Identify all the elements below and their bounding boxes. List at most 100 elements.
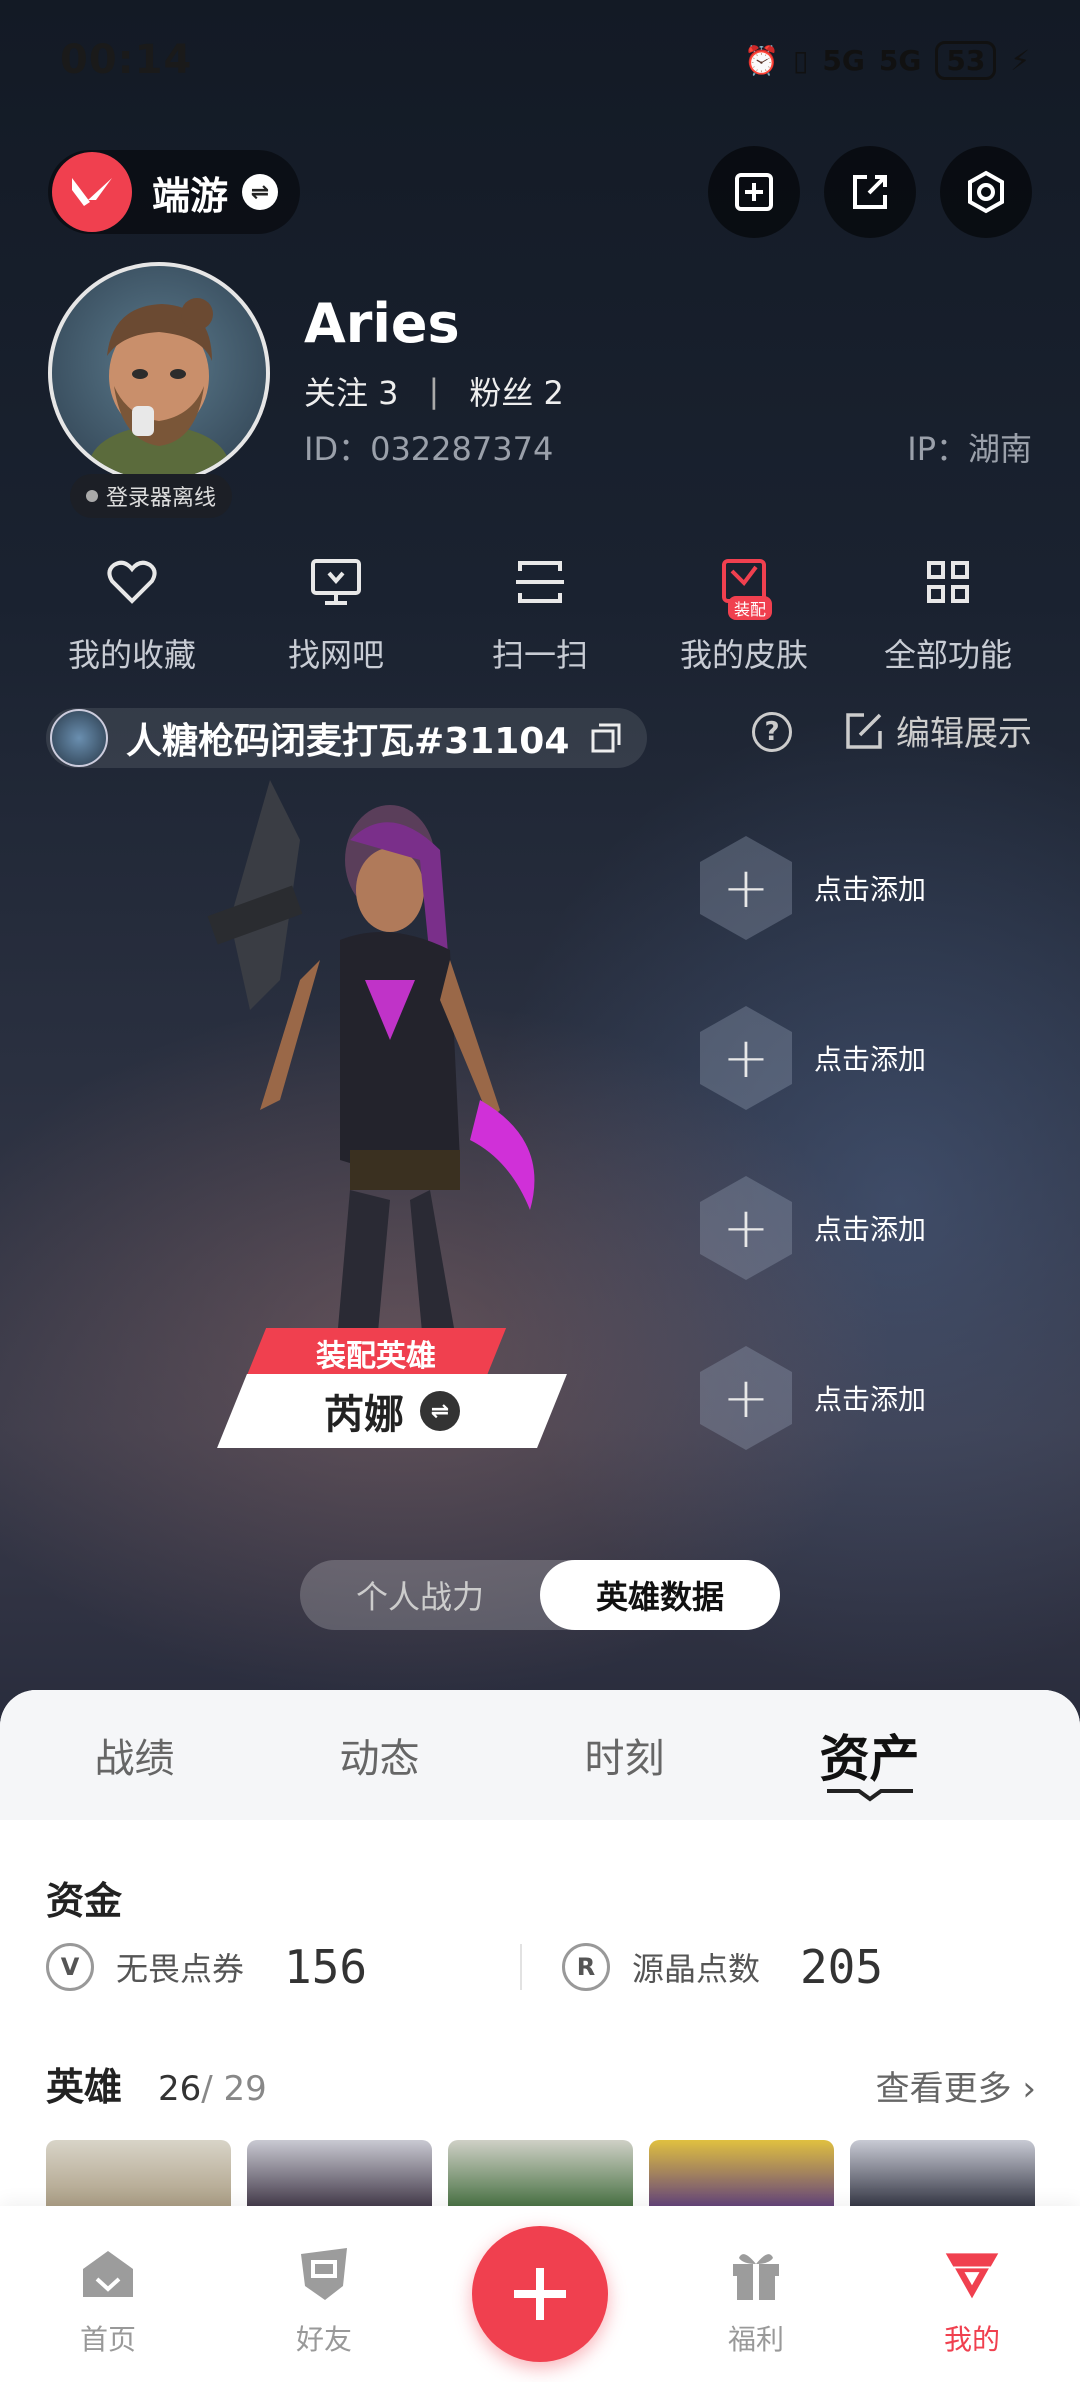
settings-icon [968, 170, 1004, 214]
create-post-button[interactable] [472, 2226, 608, 2362]
quick-nav-skins[interactable]: 装配 我的皮肤 [654, 552, 834, 676]
quick-nav-label: 扫一扫 [491, 636, 588, 674]
riot-id-chip[interactable]: 人糖枪码闭麦打瓦#31104 [46, 708, 648, 768]
signal-1-icon: 5G [822, 43, 865, 77]
quick-nav-label: 我的皮肤 [679, 636, 808, 674]
hero-thumb[interactable] [649, 2140, 834, 2212]
plus-icon: + [700, 1006, 792, 1110]
riot-id-name: 人糖枪码闭麦打瓦#31104 [126, 721, 570, 762]
friends-icon [294, 2244, 354, 2304]
currency-value: 156 [284, 1940, 368, 1994]
heroes-header: 英雄 26/ 29 查看更多 › [46, 2056, 1036, 2111]
avatar[interactable] [48, 262, 270, 484]
plus-icon [514, 2268, 566, 2320]
settings-button[interactable] [940, 146, 1032, 238]
see-more-link[interactable]: 查看更多 › [876, 2061, 1036, 2110]
currency-value: 205 [799, 1940, 884, 1994]
currency-vp[interactable]: V 无畏点券 156 [46, 1940, 520, 1994]
add-slot-label: 点击添加 [814, 1213, 927, 1246]
equipped-hero-label: 装配英雄 [245, 1328, 507, 1378]
toggle-personal-power[interactable]: 个人战力 [300, 1560, 540, 1630]
status-badge: 登录器离线 [70, 474, 233, 518]
share-icon [853, 175, 887, 209]
gift-icon [726, 2244, 786, 2304]
quick-nav-internet-cafe[interactable]: 找网吧 [246, 552, 426, 676]
quick-nav-scan[interactable]: 扫一扫 [450, 552, 630, 676]
tab-feed[interactable]: 动态 [257, 1726, 502, 1784]
charging-icon: ⚡ [1010, 43, 1030, 77]
nav-me[interactable]: 我的 [872, 2244, 1072, 2358]
quick-nav-all-features[interactable]: 全部功能 [858, 552, 1038, 676]
username: Aries [304, 292, 460, 355]
me-icon [942, 2244, 1002, 2304]
add-card-button[interactable] [708, 146, 800, 238]
add-slot-3[interactable]: + 点击添加 [700, 1176, 926, 1280]
hero-thumb[interactable] [46, 2140, 231, 2212]
tab-moments[interactable]: 时刻 [502, 1726, 747, 1784]
heart-icon [102, 552, 162, 612]
grid-icon [918, 552, 978, 612]
equipped-hero-name: 芮娜 [324, 1392, 404, 1438]
nav-label: 福利 [727, 2323, 784, 2356]
home-icon [78, 2244, 138, 2304]
hero-thumbnails [46, 2140, 1035, 2212]
add-slot-4[interactable]: + 点击添加 [700, 1346, 926, 1450]
copy-icon[interactable] [589, 721, 623, 755]
game-switch-button[interactable]: 端游 ⇌ [48, 150, 301, 234]
nav-friends[interactable]: 好友 [224, 2244, 424, 2358]
toggle-hero-data[interactable]: 英雄数据 [540, 1560, 780, 1630]
tab-record[interactable]: 战绩 [12, 1726, 257, 1784]
hero-thumb[interactable] [448, 2140, 633, 2212]
currency-row: V 无畏点券 156 R 源晶点数 205 [46, 1940, 1036, 1994]
swap-hero-icon[interactable]: ⇌ [420, 1391, 460, 1431]
currency-radianite[interactable]: R 源晶点数 205 [561, 1940, 1036, 1994]
add-slot-2[interactable]: + 点击添加 [700, 1006, 926, 1110]
heroes-owned: 26 [158, 2069, 202, 2109]
share-button[interactable] [824, 146, 916, 238]
following-link[interactable]: 关注 3 [304, 368, 399, 414]
hero-figure-image[interactable] [150, 780, 670, 1420]
currency-label: 无畏点券 [116, 1950, 245, 1988]
status-icons: ⏰ ▯ 5G 5G 53 ⚡ [744, 40, 1030, 80]
game-name: 端游 [152, 173, 229, 218]
tab-assets-label: 资产 [819, 1730, 920, 1788]
add-slot-label: 点击添加 [814, 1383, 927, 1416]
follow-separator: | [428, 372, 440, 410]
currency-label: 源晶点数 [631, 1950, 760, 1988]
equipped-hero-name-plate: 芮娜 ⇌ [217, 1374, 567, 1448]
funds-title: 资金 [46, 1879, 123, 1923]
plus-icon: + [700, 1176, 792, 1280]
hero-thumb[interactable] [850, 2140, 1035, 2212]
follow-stats: 关注 3 | 粉丝 2 [304, 368, 564, 414]
quick-nav: 我的收藏 找网吧 扫一扫 装配 我的皮肤 全部功能 [0, 552, 1080, 676]
skin-badge: 装配 [728, 596, 773, 620]
add-slot-label: 点击添加 [814, 1043, 927, 1076]
status-bar: 00:14 ⏰ ▯ 5G 5G 53 ⚡ [60, 30, 1030, 90]
edit-display-button[interactable]: 编辑展示 [844, 706, 1032, 755]
nav-home[interactable]: 首页 [8, 2244, 208, 2358]
followers-link[interactable]: 粉丝 2 [469, 368, 564, 414]
vp-icon: V [46, 1943, 94, 1991]
profile-screen: 00:14 ⏰ ▯ 5G 5G 53 ⚡ 端游 ⇌ 登录器离线 Aries 关注… [0, 0, 1080, 2382]
heroes-title: 英雄 [46, 2065, 123, 2109]
status-time: 00:14 [60, 37, 193, 83]
monitor-icon [306, 552, 366, 612]
hero-thumb[interactable] [247, 2140, 432, 2212]
ip-location: IP：湖南 [907, 430, 1032, 468]
equipped-hero-label-text: 装配英雄 [316, 1339, 436, 1374]
tab-assets[interactable]: 资产 [747, 1719, 992, 1802]
plus-icon: + [700, 836, 792, 940]
plus-icon: + [700, 1346, 792, 1450]
nav-label: 我的 [943, 2323, 1000, 2356]
edit-icon [846, 712, 882, 749]
nav-label: 好友 [295, 2323, 352, 2356]
add-slot-1[interactable]: + 点击添加 [700, 836, 926, 940]
riot-avatar [50, 709, 108, 767]
avatar-container[interactable]: 登录器离线 [48, 262, 270, 518]
quick-nav-label: 找网吧 [287, 636, 384, 674]
help-icon[interactable]: ? [752, 712, 792, 752]
nav-benefits[interactable]: 福利 [656, 2244, 856, 2358]
valorant-logo-icon [52, 152, 132, 232]
quick-nav-favorites[interactable]: 我的收藏 [42, 552, 222, 676]
stats-toggle: 个人战力 英雄数据 [300, 1560, 780, 1630]
